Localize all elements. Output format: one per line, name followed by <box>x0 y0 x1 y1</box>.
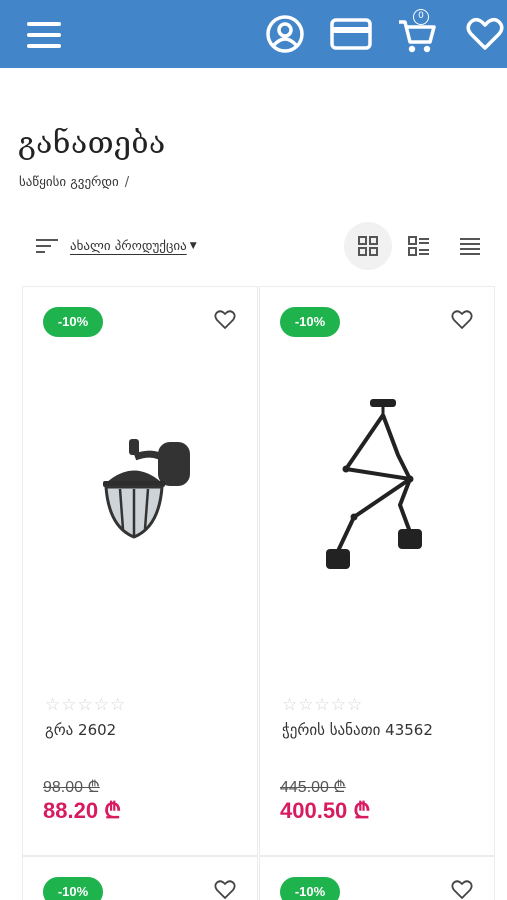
old-price: 98.00 ₾ <box>43 779 100 796</box>
discount-badge: -10% <box>280 877 340 900</box>
wishlist-heart-icon[interactable] <box>213 879 237 900</box>
breadcrumb-separator: / <box>124 175 130 190</box>
cart-count-badge: 0 <box>413 9 429 25</box>
chevron-down-icon: ▼ <box>189 241 197 251</box>
sort-icon <box>36 239 58 253</box>
heart-icon[interactable] <box>464 14 506 54</box>
price: 400.50 ₾ <box>280 798 371 823</box>
product-card[interactable]: -10% ☆☆☆☆☆ გრა 2602 98.00 ₾ 88.20 ₾ <box>22 286 258 856</box>
product-image-wall-lamp[interactable] <box>23 377 259 687</box>
grid-icon <box>358 236 378 256</box>
discount-badge: -10% <box>43 307 103 337</box>
discount-badge: -10% <box>43 877 103 900</box>
view-grid-list-button[interactable] <box>395 222 443 270</box>
sort-label: ახალი პროდუქცია <box>70 238 187 254</box>
grid-list-icon <box>408 236 429 256</box>
card-icon[interactable] <box>329 14 373 54</box>
wishlist-heart-icon[interactable] <box>213 309 237 331</box>
product-name[interactable]: გრა 2602 <box>45 721 116 739</box>
product-card[interactable]: -10% <box>22 856 258 900</box>
price: 88.20 ₾ <box>43 798 122 823</box>
old-price: 445.00 ₾ <box>280 779 346 796</box>
view-grid-large-button[interactable] <box>344 222 392 270</box>
wishlist-heart-icon[interactable] <box>450 309 474 331</box>
rating-stars: ☆☆☆☆☆ <box>45 695 127 715</box>
rating-stars: ☆☆☆☆☆ <box>282 695 364 715</box>
product-card[interactable]: -10% <box>259 856 495 900</box>
view-list-button[interactable] <box>446 222 494 270</box>
sort-dropdown[interactable]: ახალი პროდუქცია ▼ <box>36 232 197 260</box>
page-title: განათება <box>18 126 166 161</box>
breadcrumb: საწყისი გვერდი / <box>19 175 129 190</box>
account-icon[interactable] <box>265 14 305 54</box>
top-bar: 0 <box>0 0 507 68</box>
product-name[interactable]: ჭერის სანათი 43562 <box>282 721 433 739</box>
menu-icon[interactable] <box>27 22 63 48</box>
list-icon <box>460 238 480 255</box>
discount-badge: -10% <box>280 307 340 337</box>
product-image-ceiling-lamp[interactable] <box>260 377 496 687</box>
breadcrumb-home-link[interactable]: საწყისი გვერდი <box>19 175 119 190</box>
product-card[interactable]: -10% ☆☆☆☆☆ ჭერის სანათი 43562 445.00 ₾ 4… <box>259 286 495 856</box>
wishlist-heart-icon[interactable] <box>450 879 474 900</box>
